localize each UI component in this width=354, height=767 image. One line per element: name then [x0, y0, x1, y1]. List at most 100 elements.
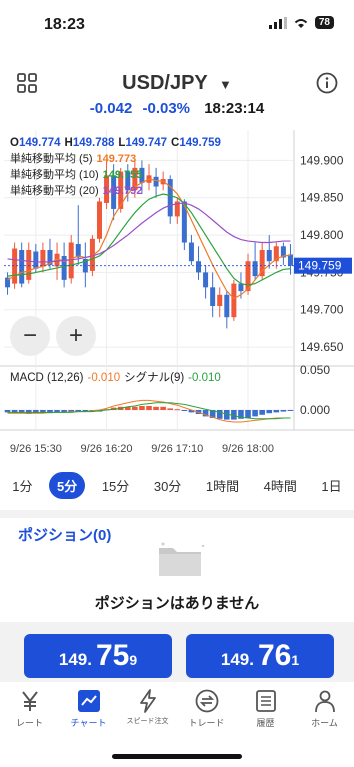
ohlc-open-label: O: [10, 137, 19, 149]
candle-body: [231, 283, 237, 318]
price-chart[interactable]: 9/26 15:30 9/26 16:20 9/26 17:10 9/26 18:00…: [0, 130, 354, 458]
macd-histogram-bar: [160, 406, 166, 410]
tab-label: レート: [15, 718, 43, 728]
quote-time: 18:23:14: [204, 100, 265, 117]
macd-histogram-bar: [139, 406, 145, 410]
signal-label: シグナル(9): [124, 370, 184, 384]
price-change: -0.042: [89, 100, 133, 117]
currency-pair-selector[interactable]: USD/JPY ▼: [0, 72, 354, 95]
ask-main: 76: [257, 639, 292, 672]
tab-speed-order[interactable]: スピード注文: [118, 684, 177, 736]
positions-title[interactable]: ポジション(0): [18, 524, 111, 545]
sma-legend: 単純移動平均 (20) 149.792: [10, 183, 142, 197]
macd-histogram-bar: [259, 410, 265, 415]
current-price-label: 149.759: [298, 259, 342, 273]
sma-legend-label: 単純移動平均 (5): [10, 151, 93, 165]
ask-button[interactable]: 149. 76 1: [186, 634, 334, 678]
user-icon: [314, 690, 335, 713]
macd-histogram-bar: [252, 410, 258, 417]
home-indicator: [112, 754, 242, 759]
macd-histogram-bar: [132, 406, 138, 410]
candle-body: [210, 287, 216, 306]
ask-prefix: 149.: [220, 650, 254, 669]
candle-body: [153, 176, 159, 187]
battery-indicator: 78: [314, 16, 334, 29]
macd-histogram-bar: [287, 410, 294, 411]
y-tick-label: 149.650: [300, 340, 344, 354]
timeframe-option[interactable]: 15分: [94, 472, 137, 499]
signal-value: -0.010: [188, 372, 221, 384]
header: USD/JPY ▼ -0.042 -0.03% 18:23:14: [0, 60, 354, 124]
quote-line: -0.042 -0.03% 18:23:14: [0, 100, 354, 117]
macd-y-tick-label: 0.000: [300, 403, 330, 417]
sma-legend: 単純移動平均 (10) 149.755: [10, 167, 142, 181]
bid-button[interactable]: 149. 75 9: [24, 634, 172, 678]
timeframe-option[interactable]: 1分: [4, 472, 40, 499]
macd-histogram-bar: [216, 410, 223, 419]
info-icon[interactable]: [316, 72, 338, 94]
candle-body: [266, 250, 272, 262]
y-tick-label: 149.850: [300, 191, 344, 205]
price-area: 149. 75 9 149. 76 1: [0, 622, 354, 682]
timeframe-selector: 1分 5分 15分 30分 1時間 4時間 1日: [0, 470, 354, 500]
tab-label: チャート: [70, 718, 107, 728]
ohlc-low-label: L: [118, 137, 125, 149]
candle-body: [203, 272, 209, 288]
status-icons: 78: [268, 16, 334, 29]
ohlc-readout: O149.774 H149.788 L149.747 C149.759: [10, 137, 221, 149]
timeframe-option[interactable]: 1日: [313, 472, 349, 499]
price-change-percent: -0.03%: [142, 100, 191, 117]
macd-histogram-bar: [280, 410, 287, 412]
candle-body: [26, 250, 32, 280]
sma-legend: 単純移動平均 (5) 149.773: [10, 151, 136, 165]
x-tick-label: 9/26 18:00: [222, 443, 274, 455]
x-tick-label: 9/26 16:20: [81, 443, 133, 455]
candle-body: [33, 251, 39, 269]
status-time: 18:23: [44, 16, 85, 33]
ohlc-close-label: C: [171, 137, 179, 149]
candle-body: [287, 254, 293, 266]
macd-histogram-bar: [146, 406, 152, 410]
chart-svg[interactable]: 9/26 15:30 9/26 16:20 9/26 17:10 9/26 18:00…: [0, 130, 354, 458]
candle-body: [19, 250, 25, 284]
candle-body: [196, 261, 202, 273]
tab-label: 履歴: [256, 718, 275, 728]
timeframe-option[interactable]: 5分: [49, 471, 86, 499]
sma-legend-label: 単純移動平均 (10): [10, 167, 99, 181]
tab-home[interactable]: ホーム: [295, 684, 354, 736]
macd-y-tick-label: 0.050: [300, 363, 330, 377]
status-bar: 18:23 78: [0, 0, 354, 48]
y-tick-label: 149.800: [300, 228, 344, 242]
macd-histogram-bar: [181, 410, 188, 411]
tab-trade[interactable]: トレード: [177, 684, 236, 736]
tab-history[interactable]: 履歴: [236, 684, 295, 736]
tab-rate[interactable]: レート: [0, 684, 59, 736]
macd-histogram-bar: [153, 406, 159, 410]
history-icon: [255, 690, 276, 712]
candle-body: [40, 250, 46, 267]
ohlc-close-value: 149.759: [179, 137, 221, 149]
tab-label: ホーム: [311, 718, 338, 728]
tab-label: スピード注文: [126, 718, 169, 725]
exchange-icon: [195, 689, 218, 713]
folder-icon: [159, 542, 205, 576]
bid-prefix: 149.: [58, 650, 92, 669]
sma-legend-value: 149.773: [97, 153, 137, 165]
macd-histogram-bar: [273, 410, 280, 413]
candle-body: [224, 294, 230, 318]
tab-chart[interactable]: チャート: [59, 684, 118, 736]
macd-value: -0.010: [88, 372, 121, 384]
y-tick-label: 149.900: [300, 153, 344, 167]
wifi-icon: [294, 18, 308, 28]
sma-legend-value: 149.755: [103, 169, 143, 181]
timeframe-option[interactable]: 30分: [146, 472, 189, 499]
timeframe-option[interactable]: 4時間: [256, 472, 305, 499]
zoom-in-button[interactable]: +: [56, 316, 96, 356]
ohlc-low-value: 149.747: [125, 137, 167, 149]
signal-icon: [268, 16, 287, 29]
macd-histogram-bar: [167, 408, 174, 410]
ohlc-high-value: 149.788: [73, 137, 115, 149]
zoom-out-button[interactable]: −: [10, 316, 50, 356]
chart-icon: [77, 690, 100, 712]
timeframe-option[interactable]: 1時間: [198, 472, 247, 499]
